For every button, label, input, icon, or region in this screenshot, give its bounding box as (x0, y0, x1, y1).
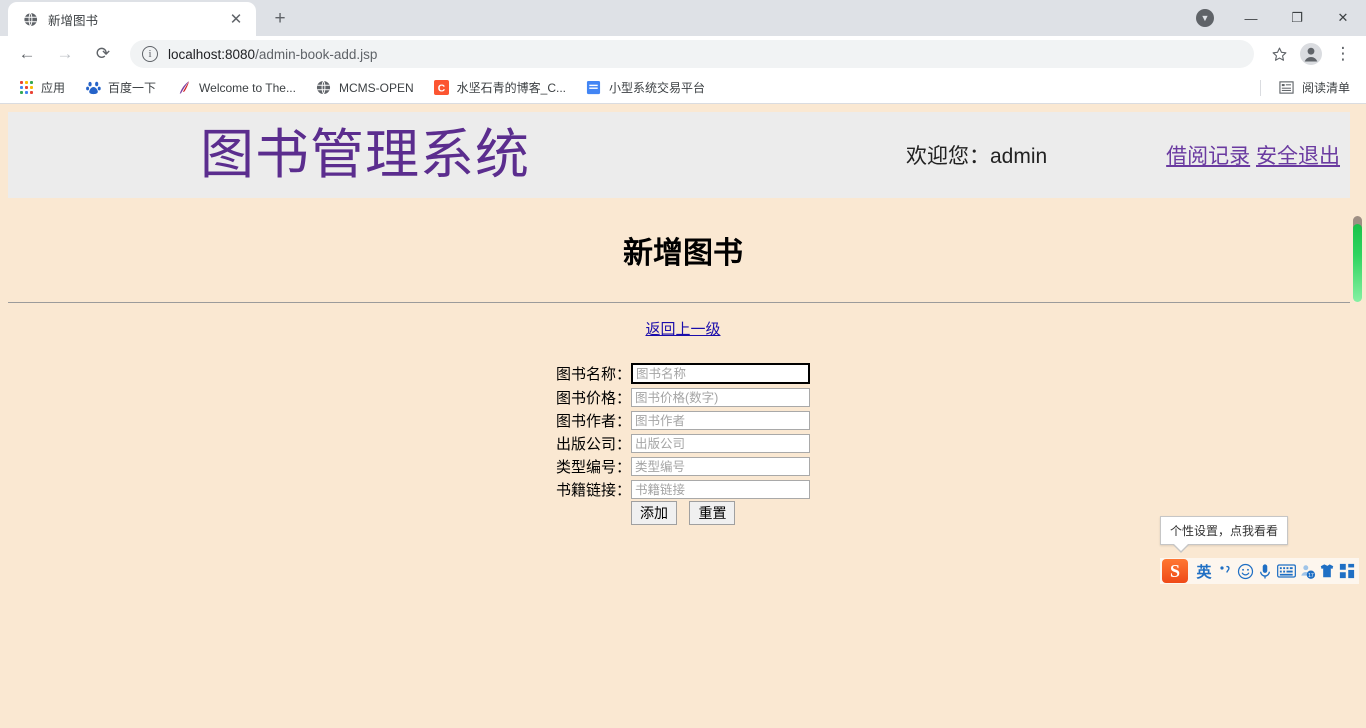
emoji-icon[interactable] (1235, 560, 1255, 582)
bookmark-item-csdn[interactable]: C 水坚石青的博客_C... (426, 76, 574, 99)
back-to-parent-link[interactable]: 返回上一级 (645, 321, 720, 338)
ime-button-bar: S 英 17 (1160, 558, 1359, 584)
apps-grid-icon (18, 80, 34, 96)
minimize-button[interactable]: — (1228, 0, 1274, 36)
add-book-form: 图书名称： 图书价格： 图书作者： 出版公司： (0, 361, 1366, 525)
book-price-input[interactable] (631, 388, 810, 407)
reset-button[interactable]: 重置 (689, 501, 736, 525)
bookmarks-bar: 应用 百度一下 Welcome to The... MCMS-OPEN C 水坚… (0, 72, 1366, 104)
publisher-input[interactable] (631, 434, 810, 453)
ime-toolbar: 个性设置，点我看看 S 英 17 (1160, 516, 1359, 584)
page-title: 新增图书 (623, 237, 743, 270)
form-row-type-id: 类型编号： (556, 455, 810, 478)
url-host: localhost:8080 (168, 46, 256, 62)
system-title: 图书管理系统 (200, 125, 530, 185)
bookmark-item-apache[interactable]: Welcome to The... (168, 77, 304, 99)
calendar-icon[interactable]: 17 (1297, 560, 1317, 582)
bookmark-item-baidu[interactable]: 百度一下 (77, 76, 164, 99)
microphone-icon[interactable] (1255, 560, 1275, 582)
bookmark-label: 百度一下 (108, 81, 157, 95)
form-row-buttons: 添加 重置 (556, 501, 810, 525)
form-row-book-link: 书籍链接： (556, 478, 810, 501)
borrow-records-link[interactable]: 借阅记录 (1166, 145, 1250, 168)
browser-tab[interactable]: 新增图书 ✕ (8, 2, 256, 36)
forward-button[interactable]: → (50, 39, 80, 69)
soft-keyboard-icon[interactable] (1275, 560, 1297, 582)
reading-list-area: 阅读清单 (1259, 76, 1358, 99)
form-row-book-author: 图书作者： (556, 409, 810, 432)
type-id-input[interactable] (631, 457, 810, 476)
url-text: localhost:8080/admin-book-add.jsp (168, 47, 377, 62)
browser-menu-icon[interactable]: ⋮ (1328, 39, 1358, 69)
sogou-logo-icon[interactable]: S (1162, 559, 1188, 583)
bookmark-star-icon[interactable] (1264, 39, 1294, 69)
tab-title: 新增图书 (48, 13, 99, 28)
ime-language-mode[interactable]: 英 (1193, 560, 1215, 582)
address-bar[interactable]: i localhost:8080/admin-book-add.jsp (130, 40, 1254, 68)
bookmark-label: 小型系统交易平台 (608, 81, 705, 95)
book-name-input[interactable] (631, 363, 810, 384)
label-book-price: 图书价格： (555, 390, 631, 407)
globe-icon (22, 11, 38, 27)
label-publisher: 出版公司： (555, 436, 631, 453)
reading-list-button[interactable]: 阅读清单 (1271, 76, 1358, 99)
skin-icon[interactable] (1317, 560, 1337, 582)
page-viewport: 图书管理系统 欢迎您：admin 借阅记录 安全退出 新增图书 返回上一级 图书… (0, 104, 1366, 728)
bookmark-label: 应用 (41, 81, 66, 95)
scrollbar-thumb[interactable] (1353, 224, 1362, 302)
form-row-book-price: 图书价格： (556, 386, 810, 409)
logout-link[interactable]: 安全退出 (1256, 145, 1340, 168)
site-info-icon[interactable]: i (142, 46, 158, 62)
label-type-id: 类型编号： (555, 459, 631, 476)
window-controls: ▼ — ❐ ✕ (1182, 0, 1366, 36)
globe-icon (316, 80, 332, 96)
bookmark-label: Welcome to The... (199, 80, 296, 95)
reading-list-icon (1279, 80, 1295, 96)
ime-tooltip: 个性设置，点我看看 (1160, 516, 1289, 553)
new-tab-button[interactable]: + (266, 5, 294, 33)
book-link-input[interactable] (631, 480, 810, 499)
downloads-button[interactable]: ▼ (1182, 0, 1228, 36)
book-author-input[interactable] (631, 411, 810, 430)
bookmark-label: MCMS-OPEN (338, 80, 414, 95)
form-row-publisher: 出版公司： (556, 432, 810, 455)
site-header: 图书管理系统 欢迎您：admin 借阅记录 安全退出 (8, 112, 1358, 198)
submit-button[interactable]: 添加 (631, 501, 677, 525)
bookmark-item-apps[interactable]: 应用 (10, 76, 73, 99)
tab-strip: 新增图书 ✕ + ▼ — ❐ ✕ (0, 0, 1366, 36)
browser-toolbar: ← → ⟳ i localhost:8080/admin-book-add.js… (0, 36, 1366, 72)
close-icon[interactable]: ✕ (226, 9, 246, 29)
baidu-paw-icon (85, 80, 101, 96)
reading-list-label: 阅读清单 (1301, 81, 1350, 95)
welcome-text: 欢迎您：admin (906, 145, 1048, 168)
window-close-button[interactable]: ✕ (1320, 0, 1366, 36)
url-path: /admin-book-add.jsp (255, 46, 378, 62)
apache-feather-icon (176, 80, 192, 96)
back-link-wrapper: 返回上一级 (0, 318, 1366, 339)
header-links: 借阅记录 安全退出 (1166, 140, 1340, 170)
svg-text:C: C (438, 83, 446, 94)
back-button[interactable]: ← (12, 39, 42, 69)
form-table: 图书名称： 图书价格： 图书作者： 出版公司： (556, 361, 810, 525)
menu-grid-icon[interactable] (1337, 560, 1357, 582)
browser-chrome: 新增图书 ✕ + ▼ — ❐ ✕ ← → ⟳ i localhost:8080/… (0, 0, 1366, 104)
csdn-icon: C (434, 80, 450, 96)
maximize-button[interactable]: ❐ (1274, 0, 1320, 36)
divider (1259, 79, 1261, 96)
form-row-book-name: 图书名称： (556, 361, 810, 386)
label-book-author: 图书作者： (555, 413, 631, 430)
reload-button[interactable]: ⟳ (88, 39, 118, 69)
bookmark-item-trading-platform[interactable]: 小型系统交易平台 (578, 76, 713, 99)
bookmark-item-mcms[interactable]: MCMS-OPEN (308, 77, 422, 99)
page-scrollbar[interactable] (1350, 104, 1366, 728)
divider (8, 302, 1358, 303)
chevron-down-icon: ▼ (1196, 9, 1214, 27)
bookmark-label: 水坚石青的博客_C... (456, 81, 566, 95)
svg-text:17: 17 (1308, 572, 1314, 578)
profile-avatar[interactable] (1296, 39, 1326, 69)
doc-icon (586, 80, 602, 96)
punctuation-icon[interactable] (1215, 560, 1235, 582)
label-book-name: 图书名称： (555, 366, 631, 383)
label-book-link: 书籍链接： (555, 482, 631, 499)
